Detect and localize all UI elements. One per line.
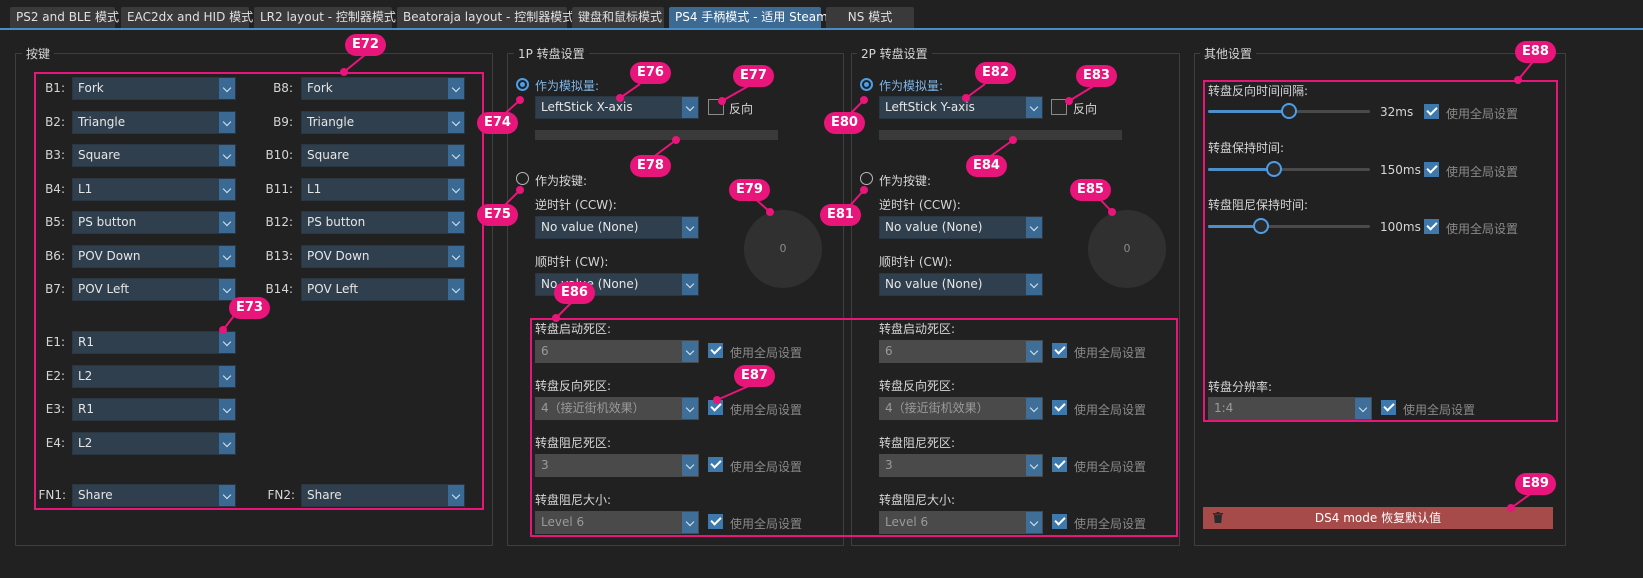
annotation-dot (552, 314, 560, 322)
annotation-dot (860, 96, 868, 104)
annotation-connectors (222, 53, 1537, 509)
annotation-dot (1065, 97, 1073, 105)
annotation-dot (340, 68, 348, 76)
annotation-tag-e85: E85 (1070, 179, 1111, 201)
annotation-dot (962, 94, 970, 102)
annotation-dot (1108, 208, 1116, 216)
annotation-dot (219, 326, 227, 334)
annotation-dot (516, 186, 524, 194)
annotation-tag-e73: E73 (229, 297, 270, 319)
annotation-dot (1514, 76, 1522, 84)
annotation-tag-e74: E74 (477, 112, 518, 134)
annotation-dot (672, 136, 680, 144)
annotation-tag-e79: E79 (729, 179, 770, 201)
annotation-tag-e83: E83 (1076, 65, 1117, 87)
annotation-tag-e82: E82 (975, 62, 1016, 84)
annotation-dot (718, 97, 726, 105)
annotation-dot (616, 94, 624, 102)
annotation-tag-e87: E87 (734, 365, 775, 387)
annotation-tag-e77: E77 (733, 65, 774, 87)
annotation-tag-e88: E88 (1515, 41, 1556, 63)
annotation-dot (766, 208, 774, 216)
annotation-tag-e76: E76 (630, 62, 671, 84)
annotation-tag-e81: E81 (820, 204, 861, 226)
annotation-tag-e75: E75 (477, 204, 518, 226)
annotation-tag-e80: E80 (824, 112, 865, 134)
annotation-dot (516, 96, 524, 104)
annotation-tag-e86: E86 (554, 282, 595, 304)
annotation-tag-e72: E72 (345, 34, 386, 56)
annotation-dot (860, 186, 868, 194)
annotation-dot (713, 396, 721, 404)
annotation-dot (1507, 504, 1515, 512)
annotation-dot (1009, 136, 1017, 144)
annotation-tag-e84: E84 (966, 155, 1007, 177)
annotation-tag-e78: E78 (630, 155, 671, 177)
annotation-tag-e89: E89 (1515, 473, 1556, 495)
